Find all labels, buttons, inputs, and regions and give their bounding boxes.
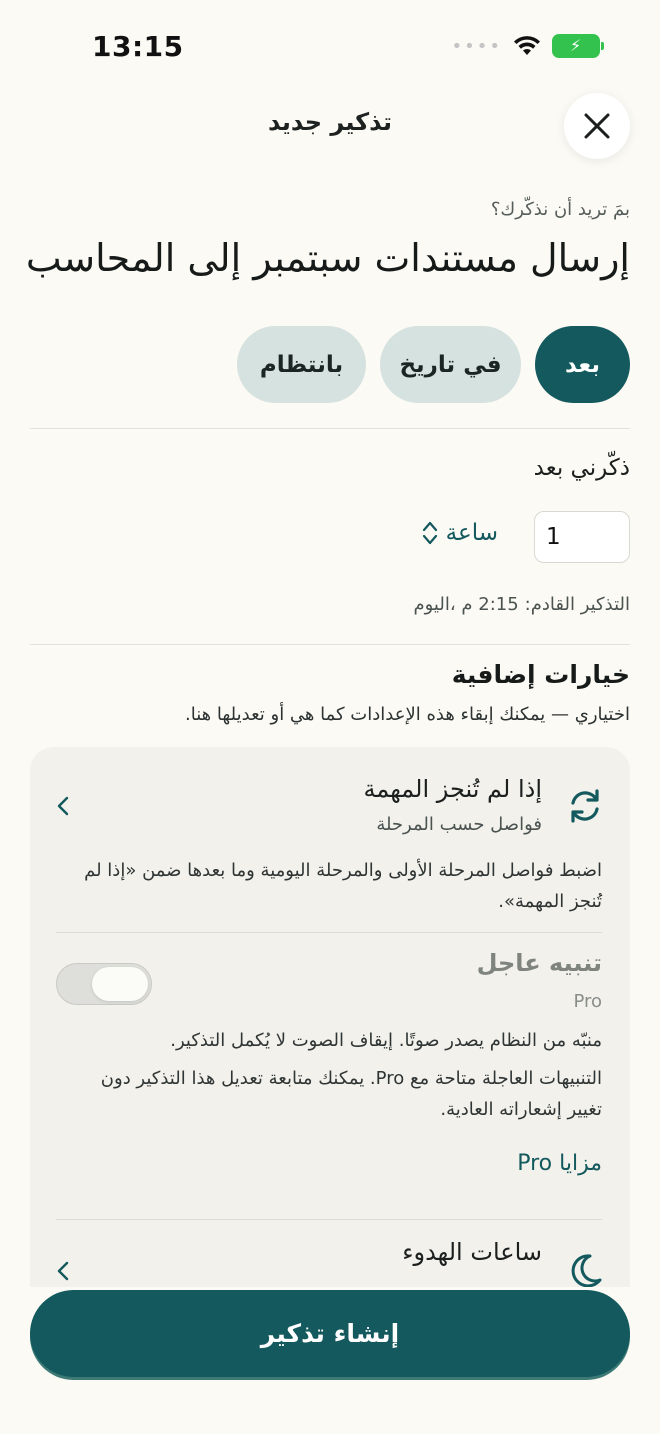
if-not-done-subtitle: فواصل حسب المرحلة — [376, 814, 542, 835]
segment-on-date[interactable]: في تاريخ — [380, 326, 521, 403]
status-time: 13:15 — [92, 30, 184, 63]
cellular-signal-icon: •••• — [451, 35, 502, 57]
if-not-done-row[interactable]: إذا لم تُنجز المهمة فواصل حسب المرحلة اض… — [30, 747, 630, 932]
remind-after-label: ذكّرني بعد — [533, 455, 630, 481]
refresh-icon — [571, 789, 599, 823]
amount-field[interactable]: 1 — [534, 511, 630, 563]
chevron-left-icon — [57, 1261, 69, 1281]
close-icon — [584, 113, 610, 139]
chevron-up-down-icon — [422, 521, 437, 545]
quiet-hours-title: ساعات الهدوء — [402, 1238, 542, 1266]
next-reminder-info: التذكير القادم: 2:15 م ،اليوم — [413, 594, 630, 615]
pro-badge: Pro — [573, 991, 602, 1012]
schedule-type-segments: بعد في تاريخ بانتظام — [237, 326, 630, 403]
extra-options-title: خيارات إضافية — [451, 660, 630, 689]
close-button[interactable] — [564, 93, 630, 159]
urgent-alert-description: منبّه من النظام يصدر صوتًا. إيقاف الصوت … — [170, 1030, 602, 1051]
extra-options-subtitle: اختياري — يمكنك إبقاء هذه الإعدادات كما … — [185, 704, 630, 725]
urgent-alert-row: تنبيه عاجل Pro منبّه من النظام يصدر صوتً… — [30, 933, 630, 1219]
unit-select-value: ساعة — [445, 520, 498, 546]
page-title: تذكير جديد — [268, 108, 392, 136]
urgent-alert-pro-note: التنبيهات العاجلة متاحة مع Pro. يمكنك مت… — [100, 1068, 602, 1120]
reminder-question: بمَ تريد أن نذكّرك؟ — [490, 199, 630, 220]
create-reminder-button[interactable]: إنشاء تذكير — [30, 1290, 630, 1377]
pro-features-link[interactable]: مزايا Pro — [517, 1151, 602, 1176]
if-not-done-title: إذا لم تُنجز المهمة — [363, 775, 542, 803]
wifi-icon — [514, 36, 540, 55]
chevron-left-icon — [57, 796, 69, 816]
reminder-text-input[interactable]: إرسال مستندات سبتمبر إلى المحاسب — [26, 236, 630, 280]
section-divider — [30, 644, 630, 645]
urgent-alert-toggle[interactable] — [56, 963, 152, 1005]
if-not-done-description: اضبط فواصل المرحلة الأولى والمرحلة اليوم… — [84, 860, 602, 912]
toggle-knob — [92, 967, 148, 1001]
next-reminder-value: 2:15 م ،اليوم — [413, 594, 519, 615]
segment-regularly[interactable]: بانتظام — [237, 326, 366, 403]
battery-charging-icon: ⚡ — [552, 34, 604, 58]
segment-after[interactable]: بعد — [535, 326, 630, 403]
moon-icon — [571, 1254, 602, 1287]
section-divider — [30, 428, 630, 429]
unit-select[interactable]: ساعة — [422, 520, 498, 546]
urgent-alert-title: تنبيه عاجل — [476, 949, 602, 977]
extra-options-card: إذا لم تُنجز المهمة فواصل حسب المرحلة اض… — [30, 747, 630, 1287]
next-reminder-label: التذكير القادم: — [524, 594, 630, 615]
quiet-hours-row[interactable]: ساعات الهدوء — [30, 1220, 630, 1287]
status-bar: 13:15 •••• ⚡ — [0, 0, 660, 100]
status-icons: •••• ⚡ — [451, 34, 604, 58]
